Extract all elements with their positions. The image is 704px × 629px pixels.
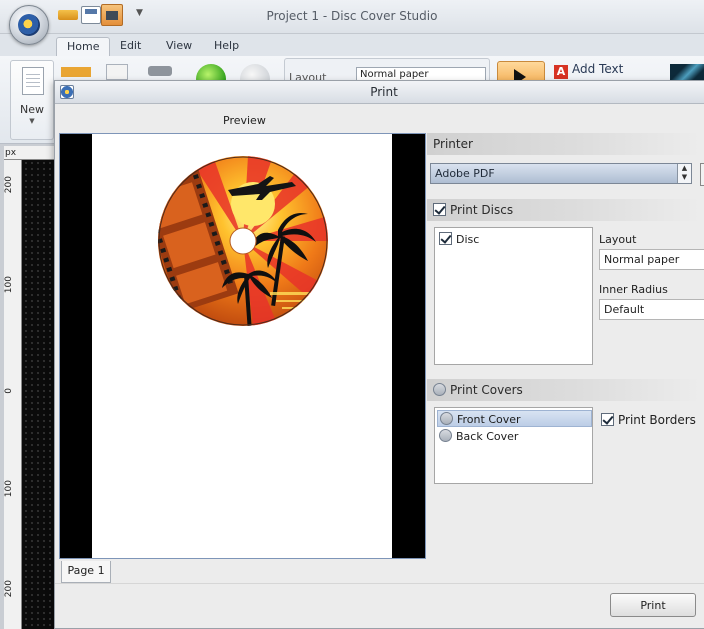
new-button[interactable]: New ▼ — [10, 60, 54, 140]
chevron-down-icon: ▼ — [29, 117, 35, 125]
covers-list: Front Cover Back Cover — [434, 407, 593, 484]
text-a-icon: A — [554, 65, 568, 79]
footer-divider — [55, 583, 704, 584]
ruler-tick: 200 — [4, 176, 14, 194]
ribbon-tabs: Home Edit View Help — [0, 34, 704, 57]
back-cover-label: Back Cover — [456, 430, 519, 443]
layout-label: Layout — [599, 233, 637, 246]
disc-list: Disc — [434, 227, 593, 365]
ruler-tick: 0 — [4, 388, 14, 394]
ruler-tick: 100 — [4, 480, 14, 498]
page-tab[interactable]: Page 1 — [61, 561, 111, 583]
ruler-tick: 100 — [4, 276, 14, 294]
new-document-icon — [22, 67, 44, 95]
printer-select[interactable]: Adobe PDF ▲ ▼ — [430, 163, 692, 184]
layout-select[interactable]: Normal paper — [599, 249, 704, 270]
print-borders-checkbox[interactable] — [601, 413, 614, 426]
print-preview — [59, 133, 426, 559]
app-menu-orb[interactable] — [9, 5, 49, 45]
print-dialog: Print Preview Page 1 Printer Adobe PDF ▲… — [54, 80, 704, 629]
inner-radius-label: Inner Radius — [599, 283, 668, 296]
print-button[interactable]: Print — [610, 593, 696, 617]
new-button-label: New — [20, 103, 44, 116]
printer-icon[interactable] — [148, 66, 172, 76]
add-text-label: Add Text — [572, 62, 624, 76]
tab-edit[interactable]: Edit — [110, 37, 151, 57]
print-borders-label: Print Borders — [618, 413, 696, 427]
printer-section-header: Printer — [427, 133, 704, 155]
printer-properties-button[interactable] — [700, 163, 704, 186]
spin-arrows-icon[interactable]: ▲ ▼ — [677, 164, 691, 183]
print-discs-checkbox[interactable] — [433, 203, 446, 216]
print-borders-option[interactable]: Print Borders — [601, 413, 696, 427]
document-icon[interactable] — [106, 64, 128, 80]
front-cover-label: Front Cover — [457, 413, 521, 426]
app-title: Project 1 - Disc Cover Studio — [266, 9, 438, 23]
tab-view[interactable]: View — [156, 37, 202, 57]
inner-radius-select[interactable]: Default — [599, 299, 704, 320]
print-discs-header[interactable]: Print Discs — [427, 199, 704, 221]
list-item-front-cover[interactable]: Front Cover — [437, 410, 592, 427]
dialog-title: Print — [370, 85, 398, 99]
tab-help[interactable]: Help — [204, 37, 249, 57]
preview-page — [92, 134, 392, 558]
printer-select-value: Adobe PDF — [435, 167, 495, 180]
disc-artwork — [158, 156, 328, 326]
dialog-titlebar[interactable]: Print — [55, 81, 704, 104]
app-logo-icon — [18, 14, 40, 36]
front-cover-checkbox[interactable] — [440, 412, 453, 425]
ruler-unit: px — [4, 146, 22, 160]
preview-label: Preview — [223, 114, 266, 127]
print-discs-label: Print Discs — [450, 203, 514, 217]
open-folder-icon[interactable] — [61, 67, 91, 77]
ruler-tick: 200 — [4, 580, 14, 598]
add-text-button[interactable]: A Add Text — [554, 62, 623, 80]
vertical-ruler — [4, 160, 22, 629]
tab-home[interactable]: Home — [56, 37, 111, 57]
list-item-back-cover[interactable]: Back Cover — [437, 428, 592, 445]
disc-item-label: Disc — [456, 233, 480, 246]
disc-checkbox[interactable] — [439, 232, 452, 245]
app-titlebar: ▼ Project 1 - Disc Cover Studio — [0, 0, 704, 34]
print-covers-label: Print Covers — [450, 383, 523, 397]
back-cover-checkbox[interactable] — [439, 429, 452, 442]
print-covers-header[interactable]: Print Covers — [427, 379, 704, 401]
horizontal-ruler — [22, 146, 56, 160]
print-covers-checkbox[interactable] — [433, 383, 446, 396]
canvas-grid — [23, 160, 55, 629]
list-item[interactable]: Disc — [437, 231, 592, 248]
